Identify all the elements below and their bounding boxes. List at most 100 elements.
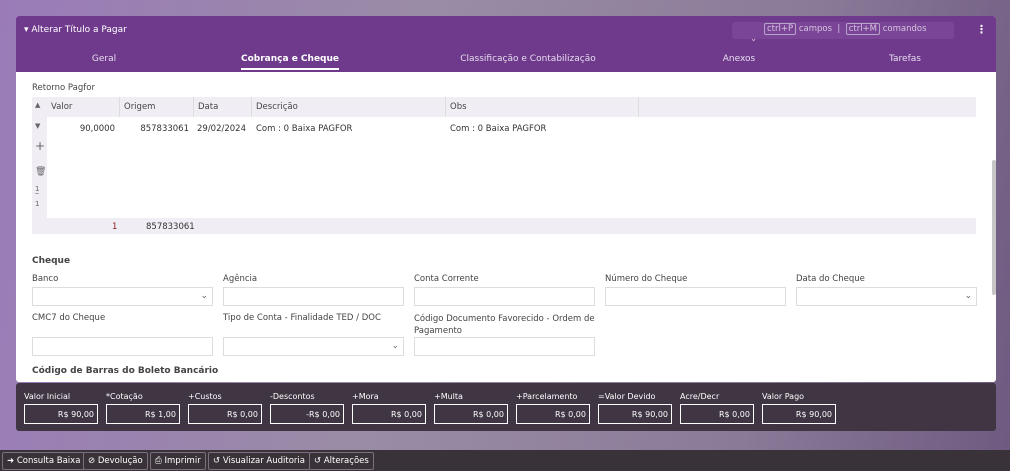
data-cheque-input[interactable]: ⌄ — [796, 287, 977, 306]
page-current: 1 — [35, 185, 40, 194]
conta-corrente-input[interactable] — [414, 287, 595, 306]
totals-bar: Valor Inicial R$ 90,00 *Cotação R$ 1,00 +Cus… — [16, 383, 996, 431]
total-field: *Cotação R$ 1,00 — [106, 392, 180, 424]
total-field: Valor Pago R$ 90,00 — [762, 392, 836, 424]
page-total: 1 — [35, 200, 40, 208]
button-label: Consulta Baixa — [16, 456, 81, 466]
consulta-baixa-button[interactable]: ➜ Consulta Baixa — [2, 452, 86, 470]
sort-up-icon[interactable]: ▲ — [35, 101, 40, 109]
total-value[interactable]: R$ 0,00 — [680, 404, 754, 424]
button-label: Imprimir — [164, 456, 201, 466]
cell-valor: 90,0000 — [79, 124, 115, 134]
total-value[interactable]: R$ 0,00 — [516, 404, 590, 424]
numero-cheque-input[interactable] — [605, 287, 786, 306]
ban-icon: ⊘ — [88, 456, 96, 466]
tab-anexos[interactable]: Anexos — [723, 54, 755, 64]
total-label: +Parcelamento — [516, 392, 578, 401]
total-label: *Cotação — [106, 392, 143, 401]
footer-origem: 857833061 — [146, 222, 195, 232]
scrollbar[interactable] — [992, 160, 996, 295]
total-field: =Valor Devido R$ 90,00 — [598, 392, 672, 424]
conta-corrente-label: Conta Corrente — [414, 274, 479, 284]
total-value[interactable]: -R$ 0,00 — [270, 404, 344, 424]
cell-obs: Com : 0 Baixa PAGFOR — [450, 124, 547, 134]
bottom-toolbar: ➜ Consulta Baixa ⊘ Devolução ⎙ Imprimir … — [0, 450, 1010, 471]
alterar-titulo-panel: ▾ Alterar Título a Pagar ctrl+P campos |… — [16, 16, 996, 382]
cmc7-input[interactable] — [32, 337, 213, 356]
visualizar-auditoria-button[interactable]: ↺ Visualizar Auditoria — [208, 452, 310, 470]
imprimir-button[interactable]: ⎙ Imprimir — [150, 452, 206, 470]
history-icon: ↺ — [213, 456, 221, 466]
column-header[interactable]: Origem — [124, 102, 155, 112]
total-value[interactable]: R$ 1,00 — [106, 404, 180, 424]
more-options-icon[interactable]: ⋮ — [976, 23, 987, 36]
total-value[interactable]: R$ 0,00 — [352, 404, 426, 424]
total-value[interactable]: R$ 90,00 — [24, 404, 98, 424]
sort-down-icon[interactable]: ▼ — [35, 122, 40, 130]
tipo-conta-label: Tipo de Conta - Finalidade TED / DOC — [223, 313, 381, 323]
total-label: +Custos — [188, 392, 222, 401]
total-label: Valor Pago — [762, 392, 805, 401]
total-label: =Valor Devido — [598, 392, 656, 401]
shortcut-label: campos — [798, 24, 833, 34]
tipo-conta-select[interactable]: ⌄ — [223, 337, 404, 356]
tab-tarefas[interactable]: Tarefas — [889, 54, 921, 64]
tab-content: Retorno Pagfor ▲ Valor Origem Data Descr… — [16, 72, 996, 382]
total-field: Acre/Decr R$ 0,00 — [680, 392, 754, 424]
column-header[interactable]: Valor — [51, 102, 72, 112]
banco-select[interactable]: ⌄ — [32, 287, 213, 306]
agencia-label: Agência — [223, 274, 258, 284]
cell-origem: 857833061 — [140, 124, 189, 134]
total-label: -Descontos — [270, 392, 315, 401]
numero-cheque-label: Número do Cheque — [605, 274, 688, 284]
total-value[interactable]: R$ 90,00 — [598, 404, 672, 424]
button-label: Devolução — [97, 456, 143, 466]
codigo-documento-label: Código Documento Favorecido - Ordem de P… — [414, 314, 595, 336]
total-field: +Multa R$ 0,00 — [434, 392, 508, 424]
tab-cobranca-cheque[interactable]: Cobrança e Cheque — [241, 54, 339, 70]
total-value[interactable]: R$ 0,00 — [188, 404, 262, 424]
arrow-circle-icon: ➜ — [7, 456, 15, 466]
total-value[interactable]: R$ 90,00 — [762, 404, 836, 424]
total-label: Acre/Decr — [680, 392, 720, 401]
total-field: -Descontos -R$ 0,00 — [270, 392, 344, 424]
trash-icon[interactable]: 🗑 — [35, 167, 46, 177]
alteracoes-button[interactable]: ↺ Alterações — [309, 452, 374, 470]
chevron-down-icon: ⌄ — [964, 291, 972, 301]
tab-geral[interactable]: Geral — [92, 54, 116, 64]
cell-data: 29/02/2024 — [197, 124, 246, 134]
total-value[interactable]: R$ 0,00 — [434, 404, 508, 424]
total-label: +Mora — [352, 392, 379, 401]
panel-header: ▾ Alterar Título a Pagar ctrl+P campos |… — [16, 16, 996, 72]
button-label: Alterações — [323, 456, 369, 466]
column-header[interactable]: Data — [198, 102, 218, 112]
printer-icon: ⎙ — [155, 456, 162, 466]
devolucao-button[interactable]: ⊘ Devolução — [83, 452, 148, 470]
command-search[interactable]: ctrl+P campos | ctrl+M comandos ⌄ — [732, 22, 954, 44]
total-label: +Multa — [434, 392, 463, 401]
column-header[interactable]: Descrição — [256, 102, 298, 112]
shortcut-key: ctrl+M — [845, 23, 881, 35]
shortcut-label: comandos — [882, 24, 927, 34]
total-field: +Custos R$ 0,00 — [188, 392, 262, 424]
total-field: +Parcelamento R$ 0,00 — [516, 392, 590, 424]
agencia-input[interactable] — [223, 287, 404, 306]
history-icon: ↺ — [314, 456, 322, 466]
total-label: Valor Inicial — [24, 392, 71, 401]
total-field: +Mora R$ 0,00 — [352, 392, 426, 424]
button-label: Visualizar Auditoria — [222, 456, 305, 466]
total-field: Valor Inicial R$ 90,00 — [24, 392, 98, 424]
retorno-grid: ▲ Valor Origem Data Descrição Obs 90,000… — [32, 97, 976, 234]
column-header[interactable]: Obs — [450, 102, 467, 112]
cell-descricao: Com : 0 Baixa PAGFOR — [256, 124, 353, 134]
chevron-down-icon: ⌄ — [391, 341, 399, 351]
chevron-down-icon[interactable]: ⌄ — [750, 34, 757, 44]
codigo-documento-input[interactable] — [414, 337, 595, 356]
tab-classificacao[interactable]: Classificação e Contabilização — [460, 54, 596, 64]
panel-title[interactable]: ▾ Alterar Título a Pagar — [24, 25, 127, 35]
add-row-icon[interactable]: + — [35, 139, 45, 153]
cheque-title: Cheque — [32, 256, 71, 266]
retorno-title: Retorno Pagfor — [32, 83, 95, 93]
boleto-title: Código de Barras do Boleto Bancário — [32, 366, 219, 376]
data-cheque-label: Data do Cheque — [796, 274, 865, 284]
